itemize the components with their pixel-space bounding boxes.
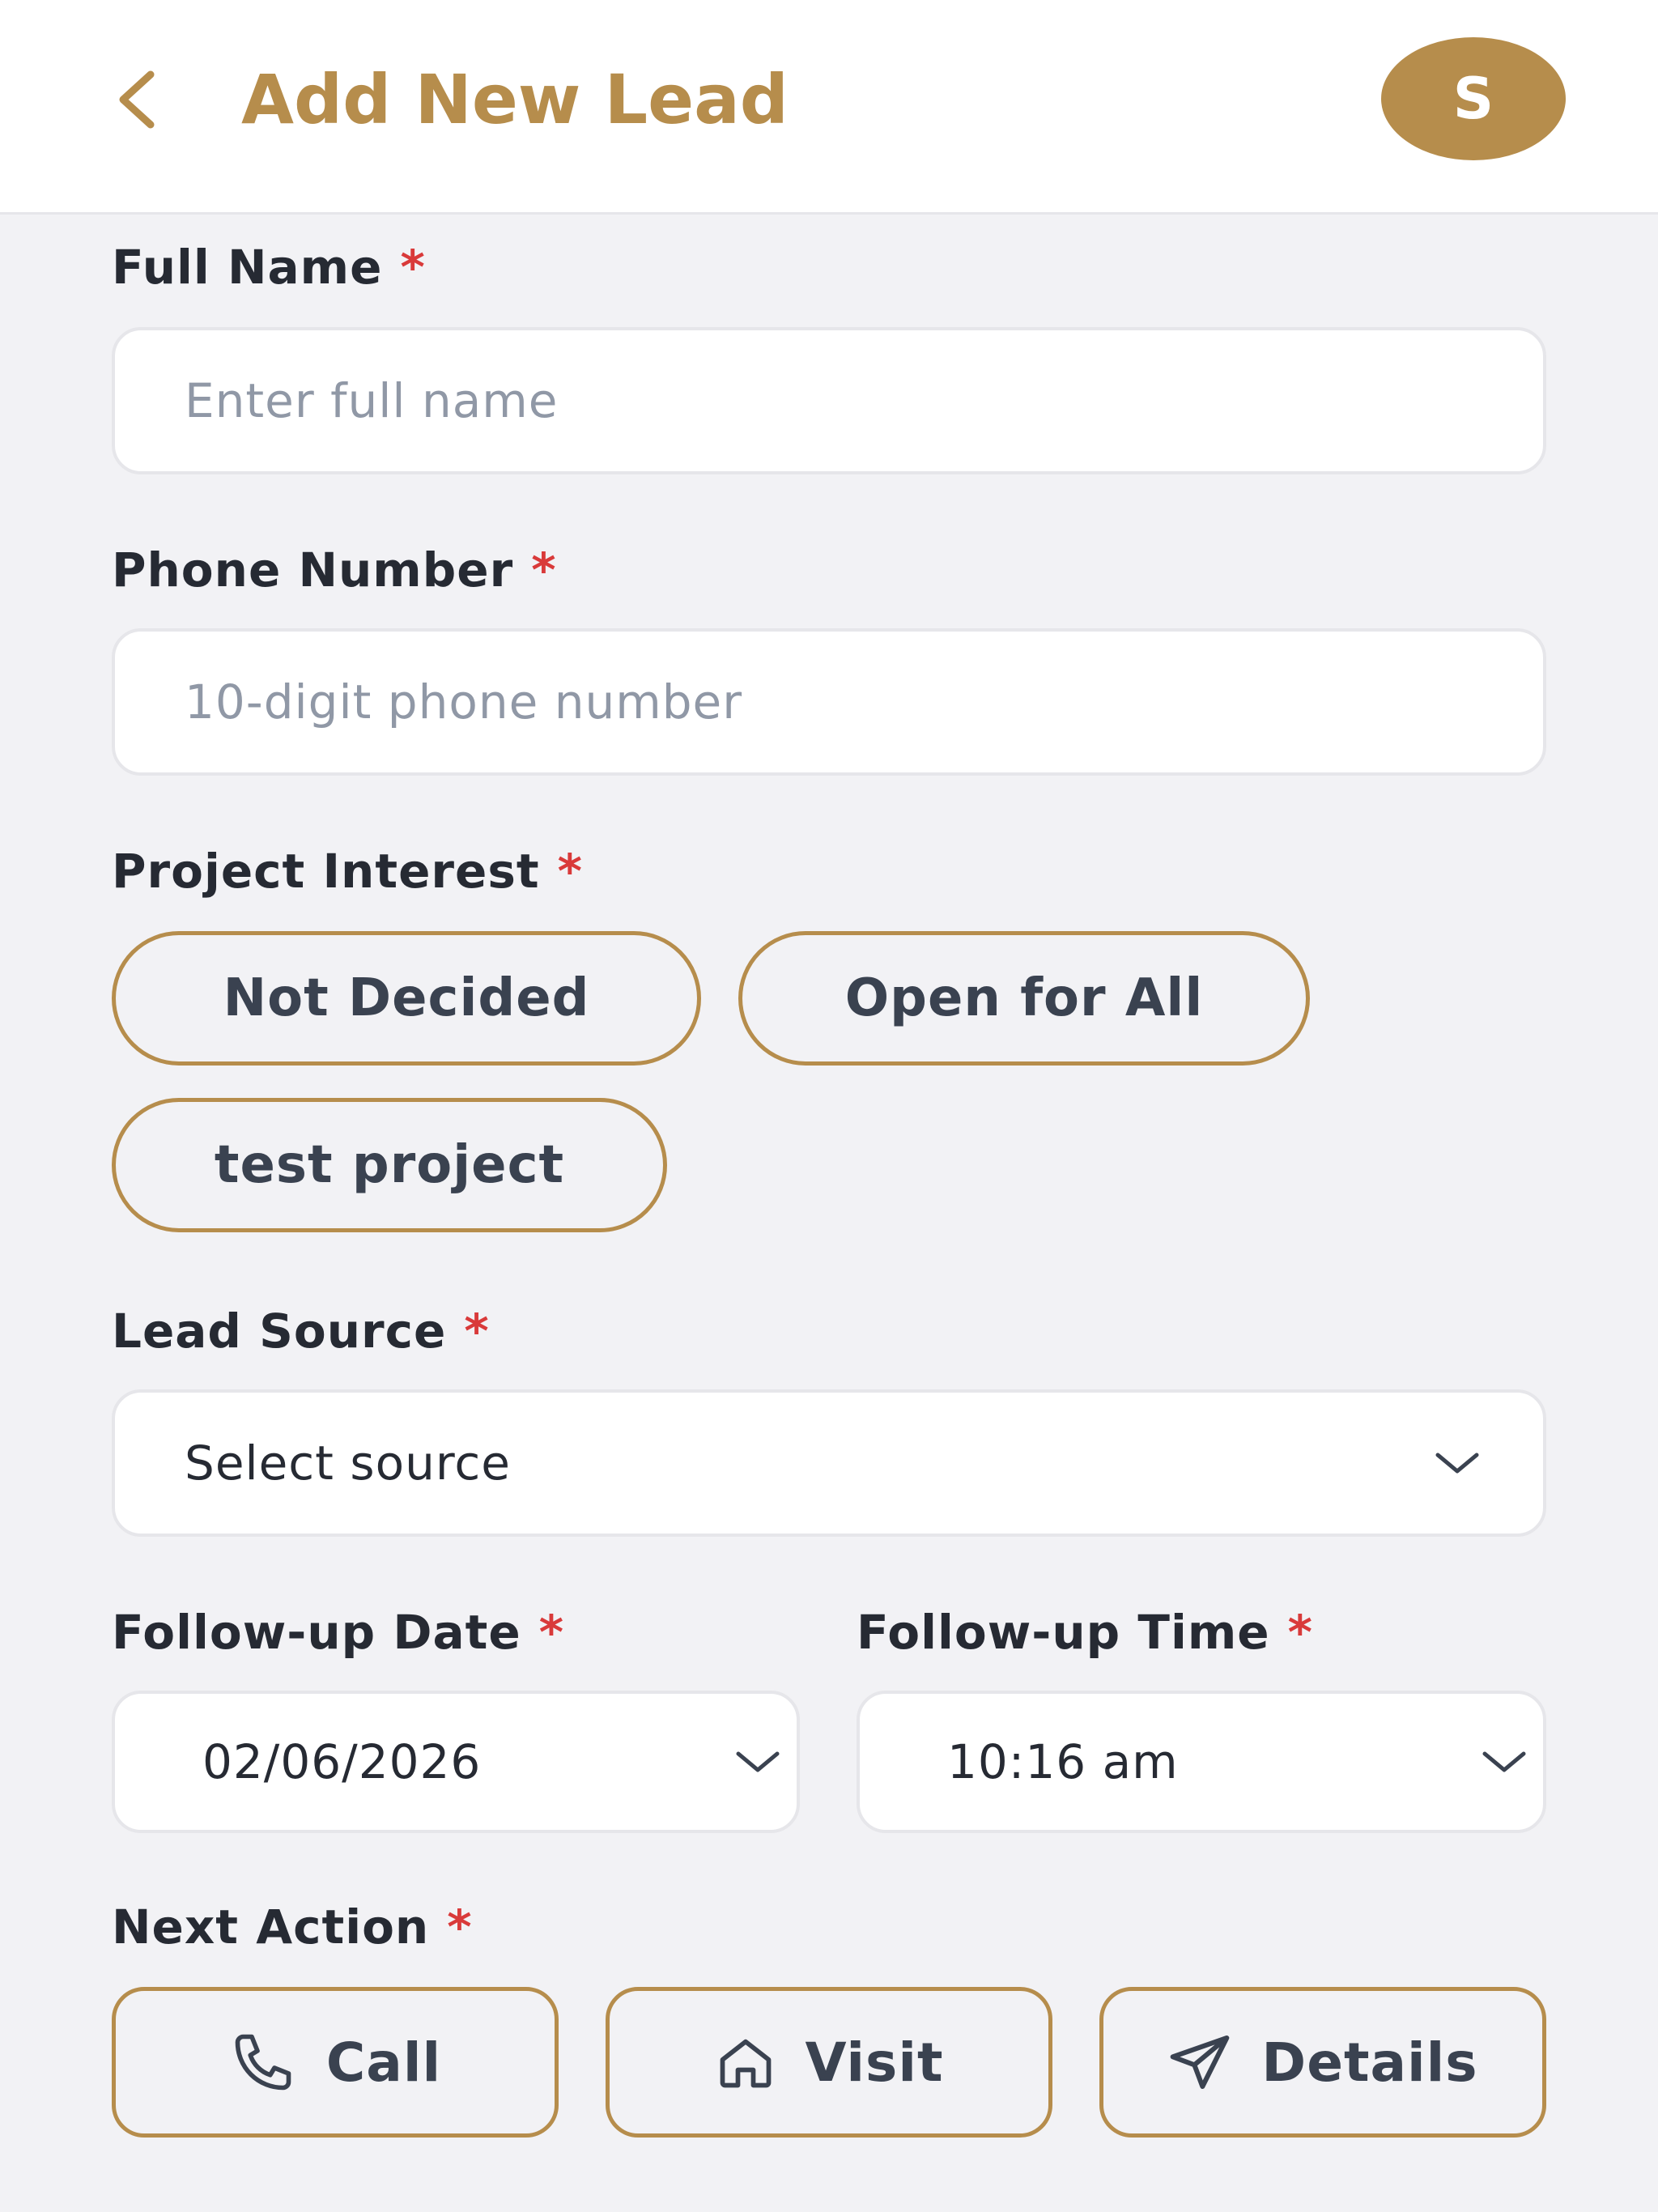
chevron-left-icon: [119, 70, 155, 129]
action-visit-label: Visit: [805, 2031, 944, 2094]
phone-icon: [235, 2034, 291, 2091]
action-call-label: Call: [325, 2031, 442, 2094]
project-chip-not-decided[interactable]: Not Decided: [112, 931, 701, 1066]
project-chip-test-project[interactable]: test project: [112, 1098, 667, 1232]
followup-date-picker[interactable]: 02/06/2026: [112, 1691, 800, 1833]
required-marker: *: [1287, 1605, 1313, 1660]
followup-date-label: Follow-up Date *: [112, 1605, 565, 1660]
home-icon: [720, 2039, 771, 2088]
followup-date-value: 02/06/2026: [202, 1734, 482, 1789]
lead-source-label: Lead Source *: [112, 1304, 490, 1359]
project-chip-open-for-all[interactable]: Open for All: [738, 931, 1310, 1066]
required-marker: *: [447, 1899, 473, 1955]
phone-number-placeholder: 10-digit phone number: [185, 674, 743, 730]
action-visit-button[interactable]: Visit: [606, 1987, 1052, 2138]
full-name-placeholder: Enter full name: [185, 373, 559, 428]
full-name-label: Full Name *: [112, 240, 426, 295]
followup-time-label: Follow-up Time *: [857, 1605, 1313, 1660]
action-details-button[interactable]: Details: [1099, 1987, 1546, 2138]
chevron-down-icon: [1482, 1751, 1526, 1772]
avatar[interactable]: S: [1381, 37, 1566, 160]
chevron-down-icon: [1435, 1453, 1479, 1474]
followup-time-value: 10:16 am: [947, 1734, 1179, 1789]
chevron-down-icon: [736, 1751, 780, 1772]
action-call-button[interactable]: Call: [112, 1987, 559, 2138]
send-icon: [1171, 2035, 1230, 2089]
lead-source-selected: Select source: [185, 1436, 511, 1491]
action-details-label: Details: [1261, 2031, 1478, 2094]
full-name-input[interactable]: Enter full name: [112, 327, 1546, 474]
phone-number-label: Phone Number *: [112, 542, 557, 598]
lead-source-select[interactable]: Select source: [112, 1389, 1546, 1537]
project-interest-label: Project Interest *: [112, 844, 583, 899]
app-header: Add New Lead S: [0, 0, 1658, 215]
required-marker: *: [400, 240, 426, 295]
required-marker: *: [557, 844, 583, 899]
phone-number-input[interactable]: 10-digit phone number: [112, 628, 1546, 776]
next-action-label: Next Action *: [112, 1899, 473, 1955]
required-marker: *: [538, 1605, 565, 1660]
followup-time-picker[interactable]: 10:16 am: [857, 1691, 1546, 1833]
required-marker: *: [531, 542, 557, 598]
back-button[interactable]: [104, 63, 176, 136]
required-marker: *: [464, 1304, 490, 1359]
page-title: Add New Lead: [241, 60, 789, 139]
